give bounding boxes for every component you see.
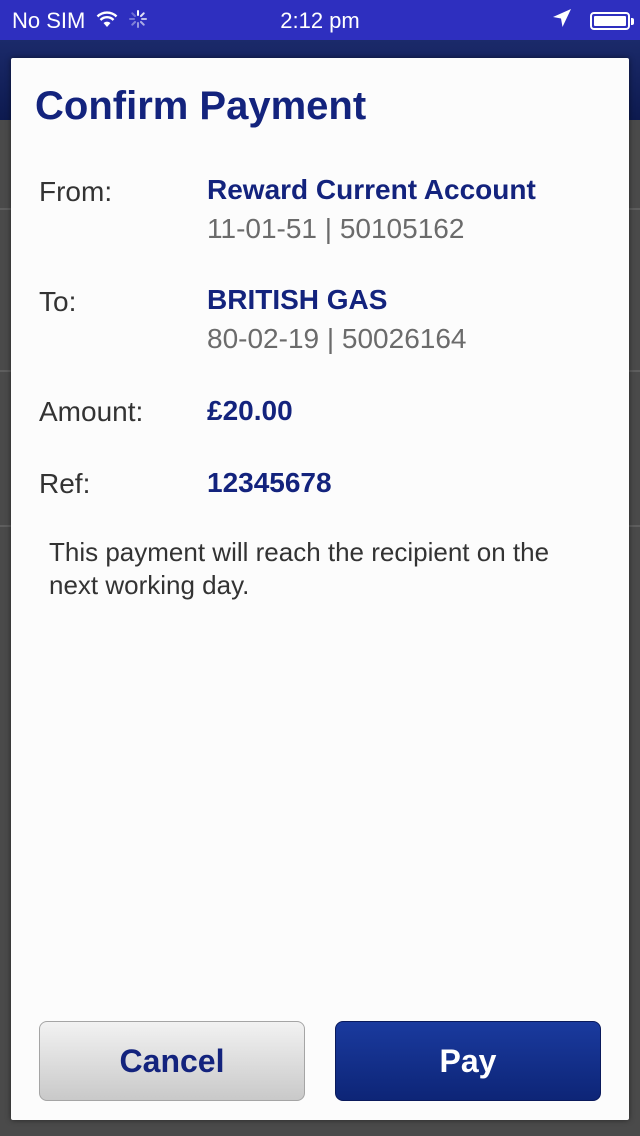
to-payee-name: BRITISH GAS — [207, 284, 388, 315]
status-right — [552, 8, 634, 34]
from-account-name: Reward Current Account — [207, 174, 536, 205]
battery-icon — [590, 12, 634, 30]
status-bar: No SIM 2:12 pm — [0, 0, 640, 40]
from-account-details: 11-01-51 | 50105162 — [207, 213, 465, 244]
to-label: To: — [39, 286, 77, 317]
amount-label: Amount: — [39, 396, 144, 427]
cancel-button[interactable]: Cancel — [39, 1021, 305, 1101]
status-time: 2:12 pm — [280, 8, 360, 33]
from-label: From: — [39, 176, 113, 207]
to-payee-details: 80-02-19 | 50026164 — [207, 323, 467, 354]
dialog-title: Confirm Payment — [35, 84, 367, 128]
location-arrow-icon — [552, 8, 572, 34]
ref-value: 12345678 — [207, 467, 332, 498]
amount-value: £20.00 — [207, 395, 293, 426]
pay-button[interactable]: Pay — [335, 1021, 601, 1101]
battery-level — [594, 16, 626, 26]
payment-timing-note: This payment will reach the recipient on… — [49, 537, 550, 600]
ref-label: Ref: — [39, 468, 91, 499]
confirm-payment-dialog: Confirm Payment From: Reward Current Acc… — [11, 58, 629, 1120]
